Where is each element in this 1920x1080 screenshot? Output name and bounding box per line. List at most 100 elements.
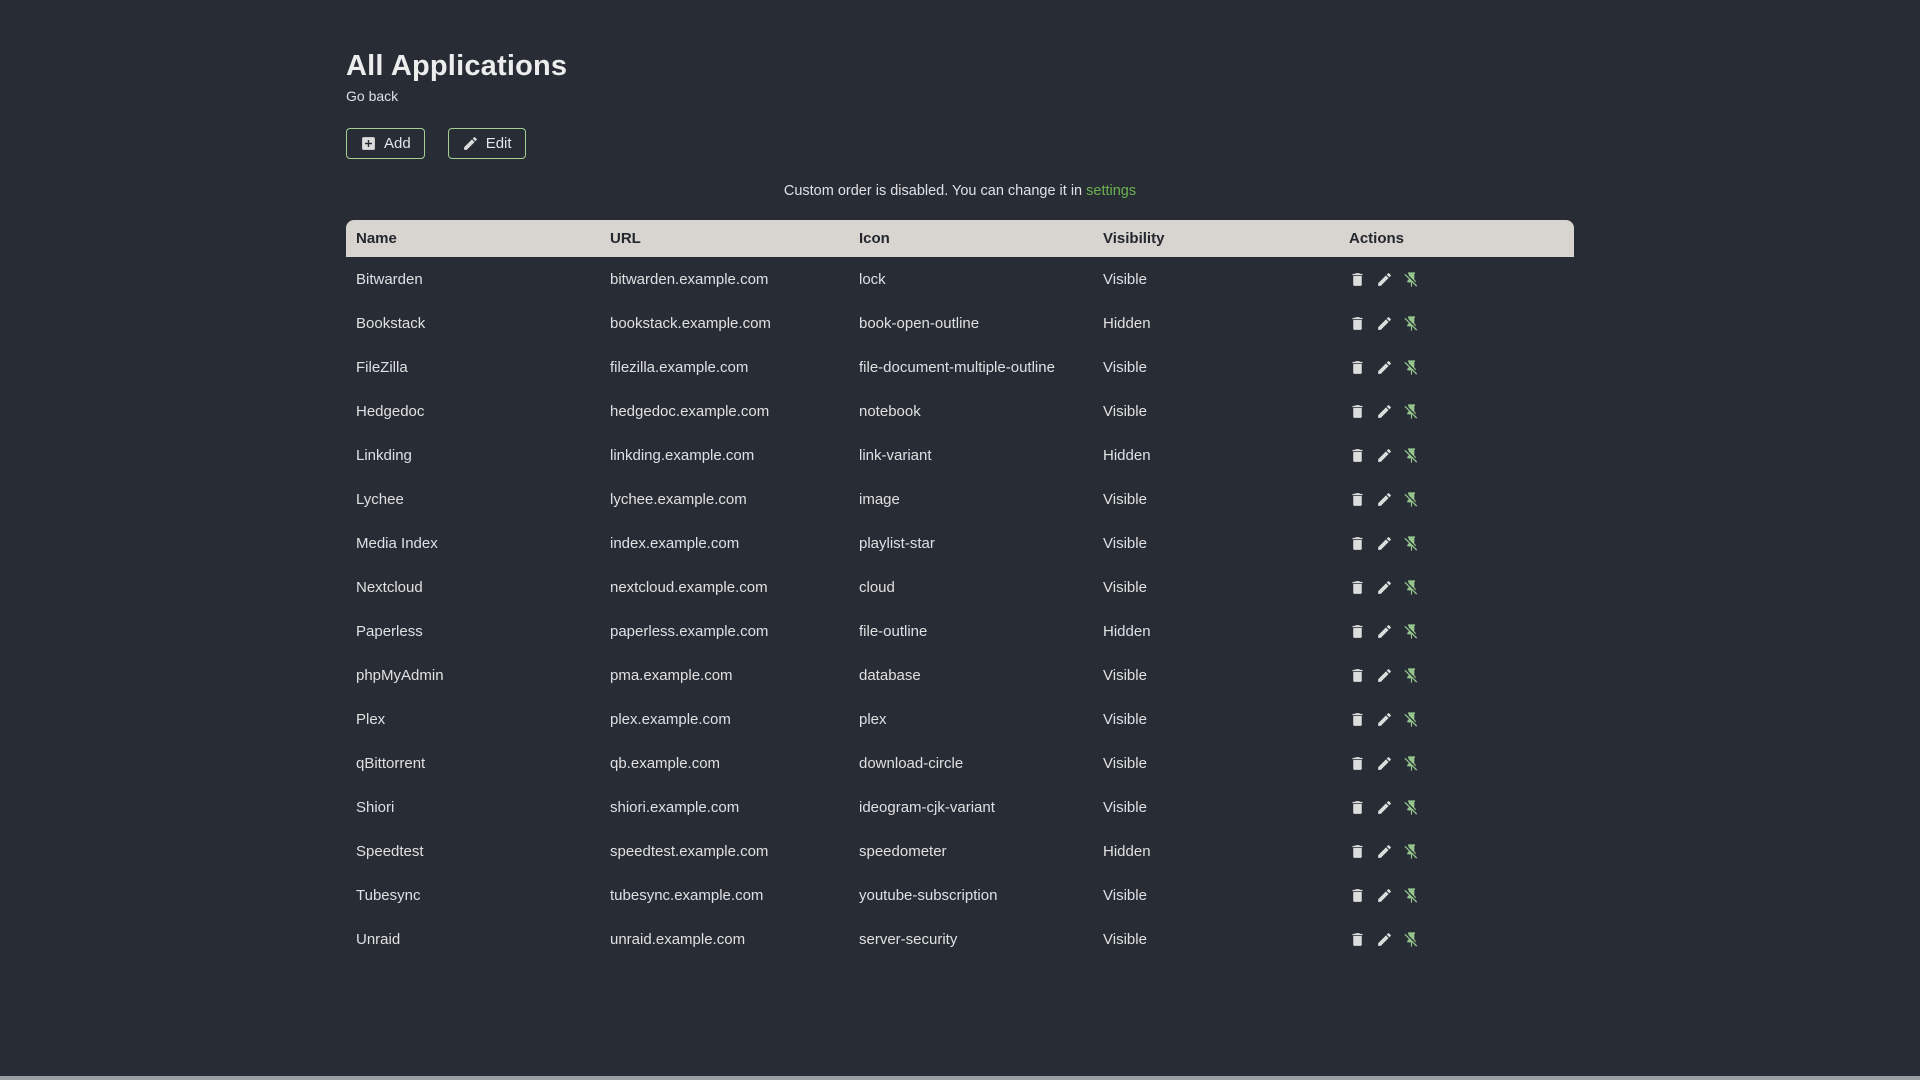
edit-icon[interactable] — [1376, 931, 1393, 948]
app-url: filezilla.example.com — [610, 358, 749, 376]
app-actions — [1339, 829, 1574, 873]
table-row: Bookstack bookstack.example.com book-ope… — [346, 301, 1574, 345]
app-url: tubesync.example.com — [610, 886, 764, 904]
edit-icon[interactable] — [1376, 271, 1393, 288]
edit-icon[interactable] — [1376, 843, 1393, 860]
delete-icon[interactable] — [1349, 271, 1366, 288]
add-button[interactable]: Add — [346, 128, 425, 160]
app-visibility: Visible — [1103, 270, 1147, 288]
edit-icon[interactable] — [1376, 535, 1393, 552]
table-row: Linkding linkding.example.com link-varia… — [346, 433, 1574, 477]
app-icon-name: notebook — [859, 402, 921, 420]
edit-icon[interactable] — [1376, 315, 1393, 332]
app-visibility: Visible — [1103, 798, 1147, 816]
edit-icon[interactable] — [1376, 711, 1393, 728]
table-row: Shiori shiori.example.com ideogram-cjk-v… — [346, 785, 1574, 829]
app-url: speedtest.example.com — [610, 842, 769, 860]
unpin-icon[interactable] — [1403, 799, 1420, 816]
edit-icon[interactable] — [1376, 623, 1393, 640]
edit-button[interactable]: Edit — [447, 128, 526, 160]
app-visibility: Hidden — [1103, 622, 1151, 640]
app-actions — [1339, 345, 1574, 389]
app-name: Shiori — [356, 798, 395, 816]
table-body: Bitwarden bitwarden.example.com lock Vis… — [346, 257, 1574, 961]
app-icon-name: plex — [859, 710, 887, 728]
table-row: phpMyAdmin pma.example.com database Visi… — [346, 653, 1574, 697]
delete-icon[interactable] — [1349, 623, 1366, 640]
table-row: Speedtest speedtest.example.com speedome… — [346, 829, 1574, 873]
edit-icon[interactable] — [1376, 799, 1393, 816]
delete-icon[interactable] — [1349, 887, 1366, 904]
column-header-visibility: Visibility — [1093, 220, 1339, 258]
table-row: Plex plex.example.com plex Visible — [346, 697, 1574, 741]
app-name: Unraid — [356, 930, 401, 948]
app-actions — [1339, 477, 1574, 521]
edit-icon[interactable] — [1376, 359, 1393, 376]
edit-icon[interactable] — [1376, 403, 1393, 420]
column-header-icon: Icon — [849, 220, 1093, 258]
app-name: Speedtest — [356, 842, 424, 860]
applications-table: Name URL Icon Visibility Actions Bitward… — [346, 220, 1574, 961]
bottom-edge-bar — [0, 1076, 1920, 1080]
unpin-icon[interactable] — [1403, 447, 1420, 464]
add-button-label: Add — [384, 135, 411, 153]
delete-icon[interactable] — [1349, 579, 1366, 596]
app-icon-name: lock — [859, 270, 886, 288]
table-header: Name URL Icon Visibility Actions — [346, 220, 1574, 258]
app-icon-name: file-document-multiple-outline — [859, 358, 1055, 376]
table-row: Hedgedoc hedgedoc.example.com notebook V… — [346, 389, 1574, 433]
delete-icon[interactable] — [1349, 403, 1366, 420]
app-visibility: Visible — [1103, 710, 1147, 728]
unpin-icon[interactable] — [1403, 535, 1420, 552]
app-visibility: Visible — [1103, 402, 1147, 420]
go-back-link[interactable]: Go back — [346, 88, 398, 104]
unpin-icon[interactable] — [1403, 403, 1420, 420]
edit-icon[interactable] — [1376, 887, 1393, 904]
unpin-icon[interactable] — [1403, 491, 1420, 508]
plus-box-icon — [360, 135, 377, 152]
settings-link[interactable]: settings — [1086, 183, 1136, 199]
unpin-icon[interactable] — [1403, 843, 1420, 860]
unpin-icon[interactable] — [1403, 579, 1420, 596]
unpin-icon[interactable] — [1403, 315, 1420, 332]
unpin-icon[interactable] — [1403, 711, 1420, 728]
edit-icon[interactable] — [1376, 579, 1393, 596]
app-actions — [1339, 785, 1574, 829]
table-row: Media Index index.example.com playlist-s… — [346, 521, 1574, 565]
delete-icon[interactable] — [1349, 535, 1366, 552]
unpin-icon[interactable] — [1403, 623, 1420, 640]
edit-icon[interactable] — [1376, 667, 1393, 684]
app-url: qb.example.com — [610, 754, 721, 772]
app-actions — [1339, 389, 1574, 433]
app-name: Paperless — [356, 622, 423, 640]
delete-icon[interactable] — [1349, 667, 1366, 684]
unpin-icon[interactable] — [1403, 667, 1420, 684]
edit-icon[interactable] — [1376, 755, 1393, 772]
app-icon-name: link-variant — [859, 446, 932, 464]
unpin-icon[interactable] — [1403, 755, 1420, 772]
app-visibility: Visible — [1103, 930, 1147, 948]
delete-icon[interactable] — [1349, 931, 1366, 948]
delete-icon[interactable] — [1349, 711, 1366, 728]
edit-icon[interactable] — [1376, 491, 1393, 508]
app-url: linkding.example.com — [610, 446, 755, 464]
unpin-icon[interactable] — [1403, 887, 1420, 904]
app-name: Nextcloud — [356, 578, 423, 596]
delete-icon[interactable] — [1349, 799, 1366, 816]
unpin-icon[interactable] — [1403, 359, 1420, 376]
edit-icon[interactable] — [1376, 447, 1393, 464]
delete-icon[interactable] — [1349, 359, 1366, 376]
delete-icon[interactable] — [1349, 491, 1366, 508]
custom-order-note: Custom order is disabled. You can change… — [346, 183, 1574, 199]
unpin-icon[interactable] — [1403, 931, 1420, 948]
app-actions — [1339, 741, 1574, 785]
delete-icon[interactable] — [1349, 447, 1366, 464]
app-icon-name: server-security — [859, 930, 958, 948]
app-name: Bookstack — [356, 314, 426, 332]
delete-icon[interactable] — [1349, 843, 1366, 860]
app-icon-name: download-circle — [859, 754, 964, 772]
app-name: Lychee — [356, 490, 404, 508]
delete-icon[interactable] — [1349, 315, 1366, 332]
delete-icon[interactable] — [1349, 755, 1366, 772]
unpin-icon[interactable] — [1403, 271, 1420, 288]
